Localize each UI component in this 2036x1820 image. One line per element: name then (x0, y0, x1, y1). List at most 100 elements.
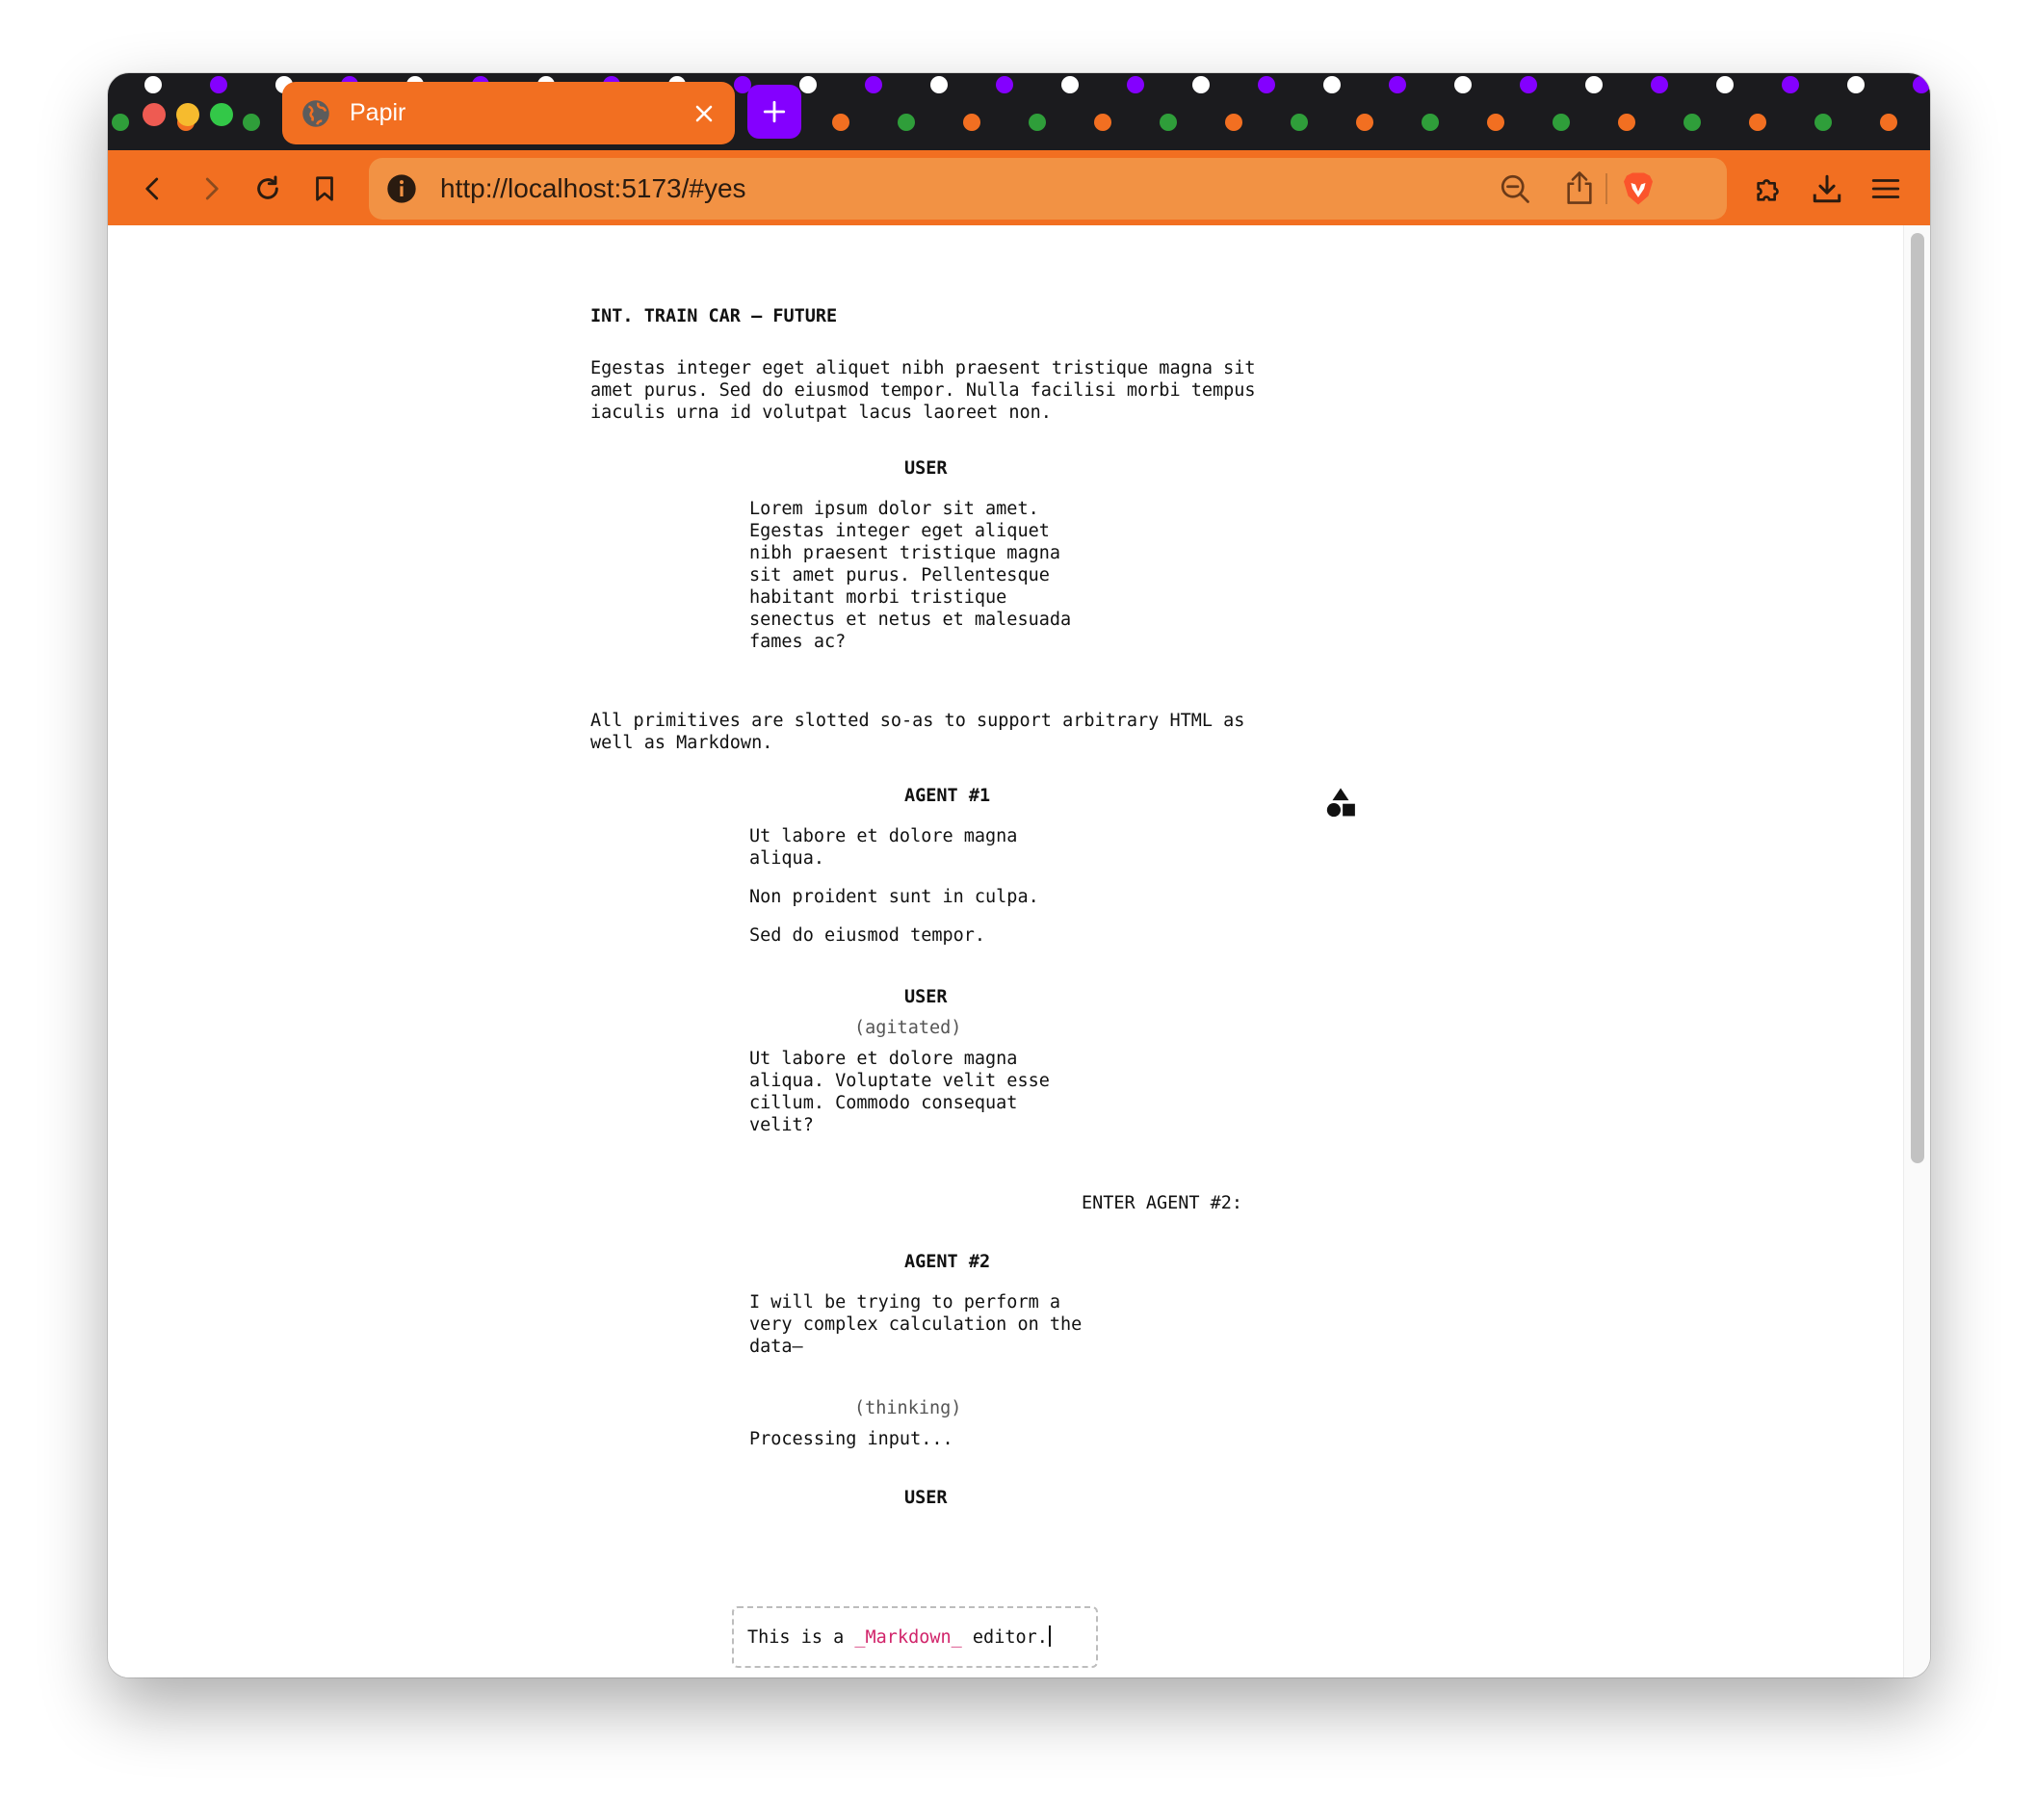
new-tab-button[interactable] (747, 85, 801, 139)
pattern-dot (243, 114, 260, 131)
scene-heading: INT. TRAIN CAR — FUTURE (590, 306, 838, 326)
pattern-dot (1520, 76, 1537, 93)
parenthetical: (agitated) (854, 1018, 962, 1038)
pattern-dot (996, 76, 1013, 93)
pattern-dot (1585, 76, 1603, 93)
pattern-dot (1422, 114, 1439, 131)
pattern-dot (1094, 114, 1111, 131)
pattern-dot (1389, 76, 1406, 93)
editor-text[interactable]: This is a _Markdown_ editor. (747, 1625, 1051, 1649)
downloads-button[interactable] (1811, 172, 1843, 205)
forward-icon (205, 177, 219, 200)
download-icon (1813, 174, 1841, 203)
pattern-dot (1716, 76, 1734, 93)
pattern-dot (1323, 76, 1341, 93)
pattern-dot (930, 76, 948, 93)
active-tab[interactable]: Papir (282, 82, 735, 144)
transition: ENTER AGENT #2: (1082, 1193, 1243, 1213)
browser-window: Papir http://localhost:5173/#yes INT. TR… (108, 73, 1930, 1677)
scrollbar-thumb[interactable] (1911, 233, 1924, 1163)
pattern-dot (865, 76, 882, 93)
puzzle-icon (1757, 179, 1779, 201)
address-bar[interactable]: http://localhost:5173/#yes (369, 158, 1727, 220)
tab-title: Papir (350, 99, 406, 126)
pattern-dot (898, 114, 915, 131)
editor-text-plain: editor. (961, 1627, 1048, 1648)
pattern-dot (832, 114, 849, 131)
pattern-dot (1553, 114, 1570, 131)
tab-strip: Papir (108, 73, 1930, 150)
action-block: Egestas integer eget aliquet nibh praese… (590, 358, 1256, 423)
markdown-emphasis: _Markdown_ (854, 1627, 962, 1648)
hamburger-menu-icon (1871, 179, 1900, 198)
menu-button[interactable] (1869, 172, 1902, 205)
pattern-dot (1651, 76, 1668, 93)
bookmark-button[interactable] (308, 172, 341, 205)
dialogue-block: Ut labore et dolore magna aliqua. Volupt… (749, 1049, 1050, 1135)
dialogue-block: Lorem ipsum dolor sit amet. Egestas inte… (749, 499, 1072, 652)
reload-icon (257, 175, 278, 199)
pattern-dot (1029, 114, 1046, 131)
character-name: AGENT #1 (904, 786, 991, 806)
character-name: USER (904, 1488, 948, 1508)
pattern-dot (1192, 76, 1210, 93)
character-name: USER (904, 458, 948, 479)
scrollbar-track[interactable] (1903, 225, 1930, 1677)
urlbar-divider (1605, 173, 1607, 204)
dialogue-block: Non proident sunt in culpa. (749, 887, 1039, 907)
pattern-dot (1160, 114, 1177, 131)
dialogue-block: Processing input... (749, 1429, 953, 1449)
toolbar: http://localhost:5173/#yes (108, 150, 1930, 225)
globe-icon (302, 99, 329, 127)
close-window-button[interactable] (143, 103, 166, 126)
pattern-dot (1061, 76, 1079, 93)
parenthetical: (thinking) (854, 1398, 962, 1418)
share-icon[interactable] (1563, 169, 1596, 206)
brave-lion-icon[interactable] (1621, 169, 1656, 208)
pattern-dot (210, 76, 227, 93)
info-icon[interactable] (386, 173, 417, 204)
pattern-dot (1847, 76, 1865, 93)
pattern-dot (1880, 114, 1897, 131)
editor-text-plain: This is a (747, 1627, 855, 1648)
pattern-dot (799, 76, 817, 93)
pattern-dot (112, 114, 129, 131)
reload-button[interactable] (251, 172, 284, 205)
url-text[interactable]: http://localhost:5173/#yes (440, 173, 746, 204)
pattern-dot (1356, 114, 1373, 131)
close-icon[interactable] (692, 102, 716, 125)
character-name: USER (904, 987, 948, 1007)
shapes-icon[interactable] (1324, 787, 1357, 819)
dialogue-block: I will be trying to perform a very compl… (749, 1292, 1083, 1357)
dialogue-block: Sed do eiusmod tempor. (749, 925, 986, 946)
minimize-window-button[interactable] (176, 103, 199, 126)
pattern-dot (1291, 114, 1308, 131)
pattern-dot (1814, 114, 1832, 131)
forward-button[interactable] (195, 172, 227, 205)
bookmark-icon (316, 176, 333, 201)
zoom-window-button[interactable] (210, 103, 233, 126)
pattern-dot (1749, 114, 1766, 131)
traffic-lights (143, 103, 233, 126)
text-caret (1048, 1625, 1051, 1647)
pattern-dot (1618, 114, 1635, 131)
pattern-dot (1913, 76, 1930, 93)
action-block: All primitives are slotted so-as to supp… (590, 711, 1245, 753)
pattern-dot (963, 114, 980, 131)
character-name: AGENT #2 (904, 1252, 991, 1272)
pattern-dot (1454, 76, 1472, 93)
markdown-editor[interactable]: This is a _Markdown_ editor. (732, 1606, 1098, 1668)
zoom-out-icon[interactable] (1498, 171, 1532, 206)
dialogue-block: Ut labore et dolore magna aliqua. (749, 826, 1018, 869)
pattern-dot (1258, 76, 1275, 93)
page-content: INT. TRAIN CAR — FUTURE Egestas integer … (108, 225, 1930, 1677)
pattern-dot (1684, 114, 1701, 131)
pattern-dot (1225, 114, 1242, 131)
extensions-button[interactable] (1753, 172, 1786, 205)
pattern-dot (1782, 76, 1799, 93)
back-button[interactable] (137, 172, 170, 205)
pattern-dot (1487, 114, 1504, 131)
plus-icon (763, 100, 786, 123)
pattern-dot (1127, 76, 1144, 93)
back-icon (145, 177, 159, 200)
